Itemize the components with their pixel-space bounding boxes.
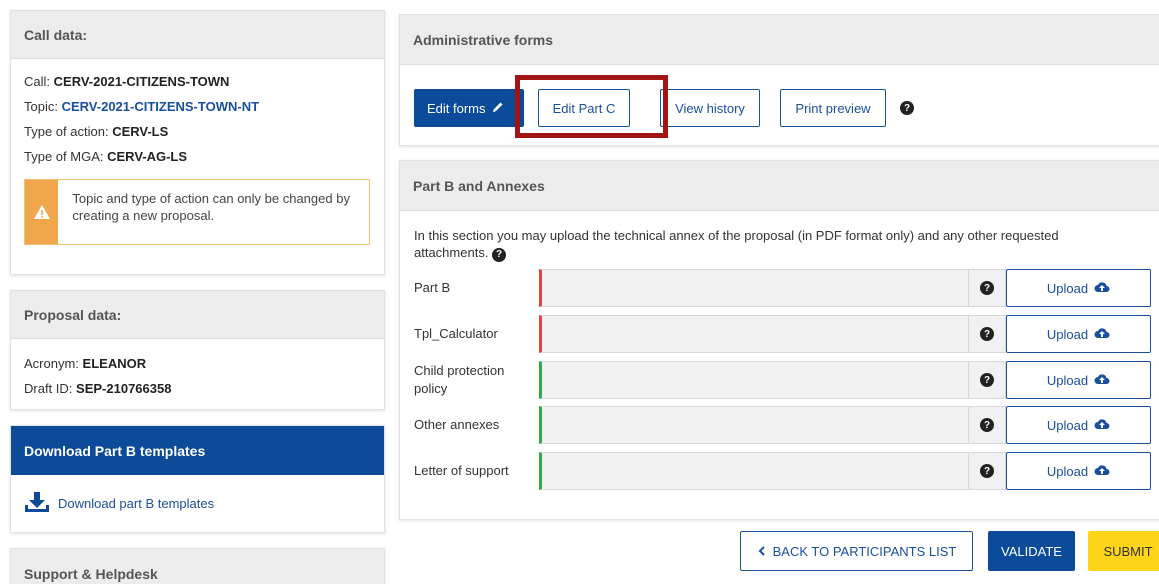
download-templates-card: Download Part B templates Download part … xyxy=(10,425,385,533)
print-preview-button[interactable]: Print preview xyxy=(780,89,886,127)
upload-label: Upload xyxy=(1046,372,1089,388)
upload-row: Child protection policy ? Upload xyxy=(414,361,1154,399)
upload-help[interactable]: ? xyxy=(969,315,1006,353)
upload-file-field[interactable] xyxy=(539,406,969,444)
mga-type-row: Type of MGA: CERV-AG-LS xyxy=(24,144,371,169)
draft-id-label: Draft ID: xyxy=(24,381,73,396)
upload-row: Letter of support ? Upload xyxy=(414,452,1154,490)
call-row: Call: CERV-2021-CITIZENS-TOWN xyxy=(24,69,371,94)
upload-button[interactable]: Upload xyxy=(1006,452,1151,490)
upload-row: Part B ? Upload xyxy=(414,269,1154,307)
submit-button[interactable]: SUBMIT xyxy=(1088,531,1159,571)
upload-help[interactable]: ? xyxy=(969,452,1006,490)
topic-label: Topic: xyxy=(24,99,58,114)
acronym-label: Acronym: xyxy=(24,356,79,371)
cloud-upload-icon xyxy=(1094,327,1110,342)
upload-row: Other annexes ? Upload xyxy=(414,406,1154,444)
warning-box: Topic and type of action can only be cha… xyxy=(24,179,370,245)
help-icon: ? xyxy=(980,464,994,478)
warning-triangle-icon xyxy=(25,180,59,244)
validate-button[interactable]: VALIDATE xyxy=(988,531,1075,571)
help-icon[interactable]: ? xyxy=(900,101,914,115)
administrative-forms-title: Administrative forms xyxy=(400,15,1159,65)
mga-type-label: Type of MGA: xyxy=(24,149,104,164)
part-b-annexes-title: Part B and Annexes xyxy=(400,161,1159,211)
cloud-upload-icon xyxy=(1094,418,1110,433)
upload-label: Upload xyxy=(1046,326,1089,342)
download-icon xyxy=(24,491,50,516)
upload-button[interactable]: Upload xyxy=(1006,269,1151,307)
action-type-row: Type of action: CERV-LS xyxy=(24,119,371,144)
help-icon: ? xyxy=(980,418,994,432)
upload-row-label: Other annexes xyxy=(414,417,500,432)
help-icon: ? xyxy=(980,327,994,341)
upload-label: Upload xyxy=(1046,463,1089,479)
edit-forms-button[interactable]: Edit forms xyxy=(414,89,524,127)
upload-file-field[interactable] xyxy=(539,361,969,399)
part-b-annexes-card: Part B and Annexes In this section you m… xyxy=(399,160,1159,520)
upload-help[interactable]: ? xyxy=(969,361,1006,399)
upload-row-label: Letter of support xyxy=(414,463,509,478)
upload-row: Tpl_Calculator ? Upload xyxy=(414,315,1154,353)
upload-row-label: Part B xyxy=(414,280,451,295)
acronym-value: ELEANOR xyxy=(82,356,147,371)
upload-file-field[interactable] xyxy=(539,452,969,490)
topic-row: Topic: CERV-2021-CITIZENS-TOWN-NT xyxy=(24,94,371,119)
upload-help[interactable]: ? xyxy=(969,406,1006,444)
call-label: Call: xyxy=(24,74,51,89)
acronym-row: Acronym: ELEANOR xyxy=(24,351,371,376)
topic-link[interactable]: CERV-2021-CITIZENS-TOWN-NT xyxy=(62,99,259,114)
proposal-data-card: Proposal data: Acronym: ELEANOR Draft ID… xyxy=(10,290,385,410)
cloud-upload-icon xyxy=(1094,281,1110,296)
mga-type-value: CERV-AG-LS xyxy=(107,149,188,164)
highlight-box xyxy=(515,75,668,138)
draft-id-row: Draft ID: SEP-210766358 xyxy=(24,376,371,401)
warning-text: Topic and type of action can only be cha… xyxy=(72,191,350,223)
edit-forms-label: Edit forms xyxy=(427,100,486,116)
upload-row-label: Child protection policy xyxy=(414,363,505,396)
chevron-left-icon xyxy=(757,544,767,559)
upload-button[interactable]: Upload xyxy=(1006,315,1151,353)
part-b-intro: In this section you may upload the techn… xyxy=(400,211,1140,268)
view-history-button[interactable]: View history xyxy=(660,89,760,127)
help-icon: ? xyxy=(980,281,994,295)
action-type-value: CERV-LS xyxy=(112,124,169,139)
download-templates-label: Download part B templates xyxy=(58,496,215,511)
action-type-label: Type of action: xyxy=(24,124,109,139)
call-value: CERV-2021-CITIZENS-TOWN xyxy=(53,74,230,89)
back-to-participants-button[interactable]: BACK TO PARTICIPANTS LIST xyxy=(740,531,973,571)
back-to-participants-label: BACK TO PARTICIPANTS LIST xyxy=(772,543,957,559)
proposal-data-title: Proposal data: xyxy=(11,291,384,339)
administrative-forms-card: Administrative forms Edit forms Edit Par… xyxy=(399,14,1159,146)
cloud-upload-icon xyxy=(1094,373,1110,388)
call-data-title: Call data: xyxy=(11,11,384,59)
upload-button[interactable]: Upload xyxy=(1006,406,1151,444)
upload-row-label: Tpl_Calculator xyxy=(414,326,498,341)
cloud-upload-icon xyxy=(1094,464,1110,479)
help-icon: ? xyxy=(980,373,994,387)
call-data-card: Call data: Call: CERV-2021-CITIZENS-TOWN… xyxy=(10,10,385,275)
upload-help[interactable]: ? xyxy=(969,269,1006,307)
upload-file-field[interactable] xyxy=(539,315,969,353)
part-b-intro-text: In this section you may upload the techn… xyxy=(414,228,1059,260)
download-templates-title: Download Part B templates xyxy=(11,426,384,475)
support-card: Support & Helpdesk xyxy=(10,548,385,584)
upload-label: Upload xyxy=(1046,280,1089,296)
draft-id-value: SEP-210766358 xyxy=(76,381,172,396)
upload-button[interactable]: Upload xyxy=(1006,361,1151,399)
download-templates-link[interactable]: Download part B templates xyxy=(11,475,384,532)
upload-label: Upload xyxy=(1046,417,1089,433)
support-title: Support & Helpdesk xyxy=(11,549,384,584)
upload-file-field[interactable] xyxy=(539,269,969,307)
pencil-icon xyxy=(492,101,504,116)
help-icon[interactable]: ? xyxy=(492,247,507,262)
